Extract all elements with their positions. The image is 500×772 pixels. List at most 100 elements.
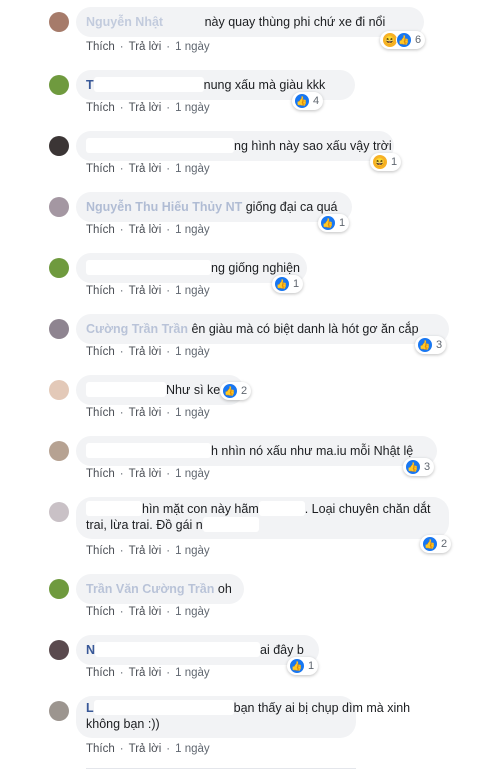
- like-link[interactable]: Thích: [86, 606, 115, 618]
- comment-time[interactable]: 1 ngày: [175, 407, 210, 419]
- reaction-summary[interactable]: 👍 1: [272, 275, 304, 293]
- comment-bubble: Cường Trần Trần ên giàu mà có biệt danh …: [76, 314, 449, 344]
- reply-link[interactable]: Trả lời: [129, 224, 162, 236]
- reply-link[interactable]: Trả lời: [129, 545, 162, 557]
- comment-actions: Thích · Trả lời · 1 ngày: [86, 102, 210, 114]
- comment-actions: Thích · Trả lời · 1 ngày: [86, 606, 210, 618]
- avatar[interactable]: [49, 579, 69, 599]
- comment-author[interactable]: T: [86, 78, 94, 92]
- reaction-count: 6: [415, 34, 422, 46]
- like-reaction-icon: 👍: [274, 276, 290, 292]
- like-link[interactable]: Thích: [86, 407, 115, 419]
- comment-actions: Thích · Trả lời · 1 ngày: [86, 163, 210, 175]
- comment-bubble: Nai đây b: [76, 635, 319, 665]
- comment-time[interactable]: 1 ngày: [175, 468, 210, 480]
- comment-bubble: Trần Văn Cường Trần oh: [76, 574, 244, 604]
- like-link[interactable]: Thích: [86, 102, 115, 114]
- like-link[interactable]: Thích: [86, 346, 115, 358]
- comment-time[interactable]: 1 ngày: [175, 224, 210, 236]
- divider: [86, 768, 356, 769]
- avatar[interactable]: [49, 12, 69, 32]
- like-link[interactable]: Thích: [86, 285, 115, 297]
- comment-actions: Thích · Trả lời · 1 ngày: [86, 224, 210, 236]
- reaction-summary[interactable]: 👍 2: [420, 535, 452, 553]
- comment-time[interactable]: 1 ngày: [175, 743, 210, 755]
- like-link[interactable]: Thích: [86, 163, 115, 175]
- avatar[interactable]: [49, 197, 69, 217]
- reply-link[interactable]: Trả lời: [129, 102, 162, 114]
- comment-author[interactable]: Nguyễn Nhật: [86, 15, 163, 29]
- like-link[interactable]: Thích: [86, 41, 115, 53]
- reply-link[interactable]: Trả lời: [129, 285, 162, 297]
- like-link[interactable]: Thích: [86, 468, 115, 480]
- comment-text: trai, lừa trai. Đồ gái n: [86, 518, 203, 532]
- reaction-count: 2: [441, 538, 448, 550]
- comment-time[interactable]: 1 ngày: [175, 346, 210, 358]
- reaction-count: 1: [293, 278, 300, 290]
- avatar[interactable]: [49, 136, 69, 156]
- comment-bubble: Nguyễn Thu Hiếu Thủy NT giống đại ca quá: [76, 192, 352, 222]
- comment-actions: Thích · Trả lời · 1 ngày: [86, 346, 210, 358]
- reply-link[interactable]: Trả lời: [129, 346, 162, 358]
- comment-time[interactable]: 1 ngày: [175, 285, 210, 297]
- comment-text: ên giàu mà có biệt danh là hót gơ ăn cắp: [191, 322, 419, 336]
- comment-text: này quay thùng phi chứ xe đi nổi: [204, 15, 386, 29]
- like-link[interactable]: Thích: [86, 224, 115, 236]
- reply-link[interactable]: Trả lời: [129, 743, 162, 755]
- reply-link[interactable]: Trả lời: [129, 606, 162, 618]
- avatar[interactable]: [49, 441, 69, 461]
- comment-bubble: Nguyễn Nhật này quay thùng phi chứ xe đi…: [76, 7, 424, 37]
- reply-link[interactable]: Trả lời: [129, 407, 162, 419]
- avatar[interactable]: [49, 75, 69, 95]
- reaction-count: 2: [241, 385, 248, 397]
- comment-actions: Thích · Trả lời · 1 ngày: [86, 41, 210, 53]
- comment-bubble: ng hình này sao xấu vậy trời: [76, 131, 394, 161]
- comment-bubble: Lbạn thấy ai bị chụp dìm mà xinh không b…: [76, 696, 410, 738]
- reaction-count: 3: [436, 339, 443, 351]
- reaction-count: 1: [391, 156, 398, 168]
- comment-actions: Thích · Trả lời · 1 ngày: [86, 285, 210, 297]
- comment-time[interactable]: 1 ngày: [175, 667, 210, 679]
- comment-time[interactable]: 1 ngày: [175, 163, 210, 175]
- reply-link[interactable]: Trả lời: [129, 41, 162, 53]
- avatar[interactable]: [49, 701, 69, 721]
- reaction-summary[interactable]: 😆 👍 6: [380, 31, 426, 49]
- comment-author[interactable]: Trần Văn Cường Trần: [86, 582, 214, 596]
- like-link[interactable]: Thích: [86, 667, 115, 679]
- reply-link[interactable]: Trả lời: [129, 163, 162, 175]
- avatar[interactable]: [49, 502, 69, 522]
- comment-text: hìn mặt con này hãm: [142, 502, 259, 516]
- like-link[interactable]: Thích: [86, 545, 115, 557]
- reaction-summary[interactable]: 👍 3: [403, 458, 435, 476]
- reply-link[interactable]: Trả lời: [129, 468, 162, 480]
- reaction-summary[interactable]: 😆 1: [370, 153, 402, 171]
- comment-time[interactable]: 1 ngày: [175, 41, 210, 53]
- comment-author[interactable]: Nguyễn Thu Hiếu Thủy NT: [86, 200, 242, 214]
- like-reaction-icon: 👍: [396, 32, 412, 48]
- avatar[interactable]: [49, 640, 69, 660]
- reaction-summary[interactable]: 👍 2: [220, 382, 252, 400]
- like-reaction-icon: 👍: [289, 658, 305, 674]
- reaction-summary[interactable]: 👍 3: [415, 336, 447, 354]
- reaction-count: 4: [313, 95, 320, 107]
- avatar[interactable]: [49, 258, 69, 278]
- avatar[interactable]: [49, 380, 69, 400]
- reaction-summary[interactable]: 👍 1: [318, 214, 350, 232]
- like-reaction-icon: 👍: [294, 93, 310, 109]
- comment-time[interactable]: 1 ngày: [175, 545, 210, 557]
- reaction-summary[interactable]: 👍 4: [292, 92, 324, 110]
- avatar[interactable]: [49, 319, 69, 339]
- comment-author[interactable]: Cường Trần Trần: [86, 322, 188, 336]
- comment-time[interactable]: 1 ngày: [175, 102, 210, 114]
- comment-author[interactable]: L: [86, 701, 94, 715]
- comment-time[interactable]: 1 ngày: [175, 606, 210, 618]
- comment-text: ng giống nghiện: [211, 261, 300, 275]
- comment-text: . Loại chuyên chăn dắt: [304, 502, 431, 516]
- reply-link[interactable]: Trả lời: [129, 667, 162, 679]
- reaction-count: 1: [339, 217, 346, 229]
- like-link[interactable]: Thích: [86, 743, 115, 755]
- comment-text: bạn thấy ai bị chụp dìm mà xinh: [233, 701, 411, 715]
- comment-author[interactable]: N: [86, 643, 95, 657]
- comment-bubble: Như sì ke: [76, 375, 244, 405]
- reaction-summary[interactable]: 👍 1: [287, 657, 319, 675]
